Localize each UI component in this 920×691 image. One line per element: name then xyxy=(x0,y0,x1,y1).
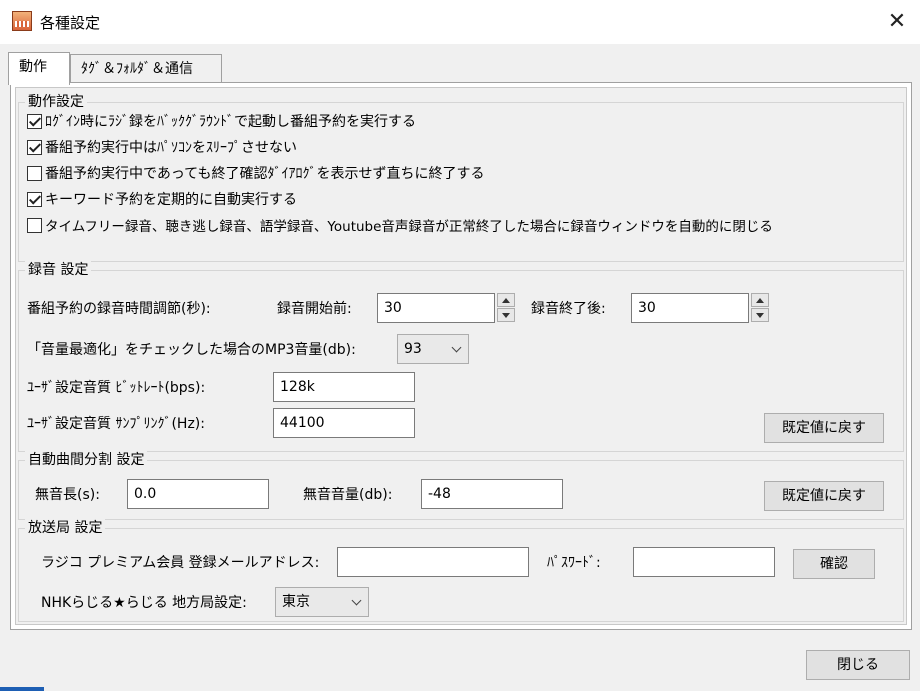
spin-up-icon[interactable] xyxy=(751,293,769,307)
mp3-volume-select[interactable]: 93 xyxy=(397,334,469,364)
chevron-down-icon xyxy=(351,595,362,606)
option-background-launch[interactable]: ﾛｸﾞｲﾝ時にﾗｼﾞ録をﾊﾞｯｸｸﾞﾗｳﾝﾄﾞで起動し番組予約を実行する xyxy=(27,110,416,132)
start-before-label: 録音開始前: xyxy=(277,301,352,317)
close-button[interactable]: 閉じる xyxy=(806,650,910,680)
start-before-spinner[interactable] xyxy=(497,293,515,323)
station-group-title: 放送局 設定 xyxy=(25,519,106,537)
email-input[interactable] xyxy=(337,547,529,577)
taskbar-edge xyxy=(0,687,44,691)
option-keyword-auto-run[interactable]: キーワード予約を定期的に自動実行する xyxy=(27,188,297,210)
end-after-input[interactable]: 30 xyxy=(631,293,749,323)
time-adjust-label: 番組予約の録音時間調節(秒): xyxy=(27,301,211,317)
confirm-button[interactable]: 確認 xyxy=(793,549,875,579)
option-prevent-sleep[interactable]: 番組予約実行中はﾊﾟｿｺﾝをｽﾘｰﾌﾟさせない xyxy=(27,136,297,158)
tab-behavior[interactable]: 動作 xyxy=(8,52,70,85)
option-label: タイムフリー録音、聴き逃し録音、語学録音、Youtube音声録音が正常終了した場… xyxy=(45,219,773,235)
checkbox[interactable] xyxy=(27,113,42,129)
tab-page: 動作設定 ﾛｸﾞｲﾝ時にﾗｼﾞ録をﾊﾞｯｸｸﾞﾗｳﾝﾄﾞで起動し番組予約を実行す… xyxy=(10,82,912,630)
silence-length-input[interactable]: 0.0 xyxy=(127,479,269,509)
nhk-region-select[interactable]: 東京 xyxy=(275,587,369,617)
spin-down-icon[interactable] xyxy=(751,308,769,322)
bitrate-label: ﾕｰｻﾞ設定音質 ﾋﾞｯﾄﾚｰﾄ(bps): xyxy=(27,380,206,396)
recording-reset-button[interactable]: 既定値に戻す xyxy=(764,413,884,443)
password-input[interactable] xyxy=(633,547,775,577)
spin-up-icon[interactable] xyxy=(497,293,515,307)
password-label: ﾊﾟｽﾜｰﾄﾞ: xyxy=(547,555,601,571)
sampling-input[interactable]: 44100 xyxy=(273,408,415,438)
option-auto-close-window[interactable]: タイムフリー録音、聴き逃し録音、語学録音、Youtube音声録音が正常終了した場… xyxy=(27,214,773,236)
checkbox[interactable] xyxy=(27,217,42,233)
spin-down-icon[interactable] xyxy=(497,308,515,322)
mp3-volume-value: 93 xyxy=(404,341,422,357)
recording-group: 録音 設定 番組予約の録音時間調節(秒): 録音開始前: 30 録音終了後: 3… xyxy=(18,261,904,452)
app-icon xyxy=(12,11,32,31)
split-group-title: 自動曲間分割 設定 xyxy=(25,451,148,469)
nhk-region-label: NHKらじる★らじる 地方局設定: xyxy=(41,595,247,611)
email-label: ラジコ プレミアム会員 登録メールアドレス: xyxy=(41,555,320,571)
title-bar: 各種設定 ✕ xyxy=(0,0,920,44)
close-icon[interactable]: ✕ xyxy=(874,0,920,44)
nhk-region-value: 東京 xyxy=(282,594,310,610)
silence-length-label: 無音長(s): xyxy=(35,487,100,503)
silence-volume-input[interactable]: -48 xyxy=(421,479,563,509)
chevron-down-icon xyxy=(451,342,462,353)
settings-panel: 動作設定 ﾛｸﾞｲﾝ時にﾗｼﾞ録をﾊﾞｯｸｸﾞﾗｳﾝﾄﾞで起動し番組予約を実行す… xyxy=(15,87,907,625)
option-label: 番組予約実行中であっても終了確認ﾀﾞｲｱﾛｸﾞを表示せず直ちに終了する xyxy=(45,166,485,182)
mp3-volume-label: 「音量最適化」をチェックした場合のMP3音量(db): xyxy=(27,342,356,358)
silence-volume-label: 無音音量(db): xyxy=(303,487,393,503)
recording-group-title: 録音 設定 xyxy=(25,261,92,279)
end-after-spinner[interactable] xyxy=(751,293,769,323)
bitrate-input[interactable]: 128k xyxy=(273,372,415,402)
checkbox[interactable] xyxy=(27,191,42,207)
option-label: キーワード予約を定期的に自動実行する xyxy=(45,192,297,208)
split-group: 自動曲間分割 設定 無音長(s): 0.0 無音音量(db): -48 既定値に… xyxy=(18,451,904,520)
checkbox[interactable] xyxy=(27,139,42,155)
tab-tag-folder-network[interactable]: ﾀｸﾞ＆ﾌｫﾙﾀﾞ＆通信 xyxy=(70,54,222,84)
window-title: 各種設定 xyxy=(40,14,101,32)
start-before-input[interactable]: 30 xyxy=(377,293,495,323)
option-exit-without-confirm[interactable]: 番組予約実行中であっても終了確認ﾀﾞｲｱﾛｸﾞを表示せず直ちに終了する xyxy=(27,162,484,184)
split-reset-button[interactable]: 既定値に戻す xyxy=(764,481,884,511)
option-label: 番組予約実行中はﾊﾟｿｺﾝをｽﾘｰﾌﾟさせない xyxy=(45,140,297,156)
behavior-group-title: 動作設定 xyxy=(25,93,87,111)
end-after-label: 録音終了後: xyxy=(531,301,606,317)
option-label: ﾛｸﾞｲﾝ時にﾗｼﾞ録をﾊﾞｯｸｸﾞﾗｳﾝﾄﾞで起動し番組予約を実行する xyxy=(45,114,416,130)
station-group: 放送局 設定 ラジコ プレミアム会員 登録メールアドレス: ﾊﾟｽﾜｰﾄﾞ: 確… xyxy=(18,519,904,622)
behavior-group: 動作設定 ﾛｸﾞｲﾝ時にﾗｼﾞ録をﾊﾞｯｸｸﾞﾗｳﾝﾄﾞで起動し番組予約を実行す… xyxy=(18,93,904,262)
checkbox[interactable] xyxy=(27,165,42,181)
sampling-label: ﾕｰｻﾞ設定音質 ｻﾝﾌﾟﾘﾝｸﾞ(Hz): xyxy=(27,416,205,432)
